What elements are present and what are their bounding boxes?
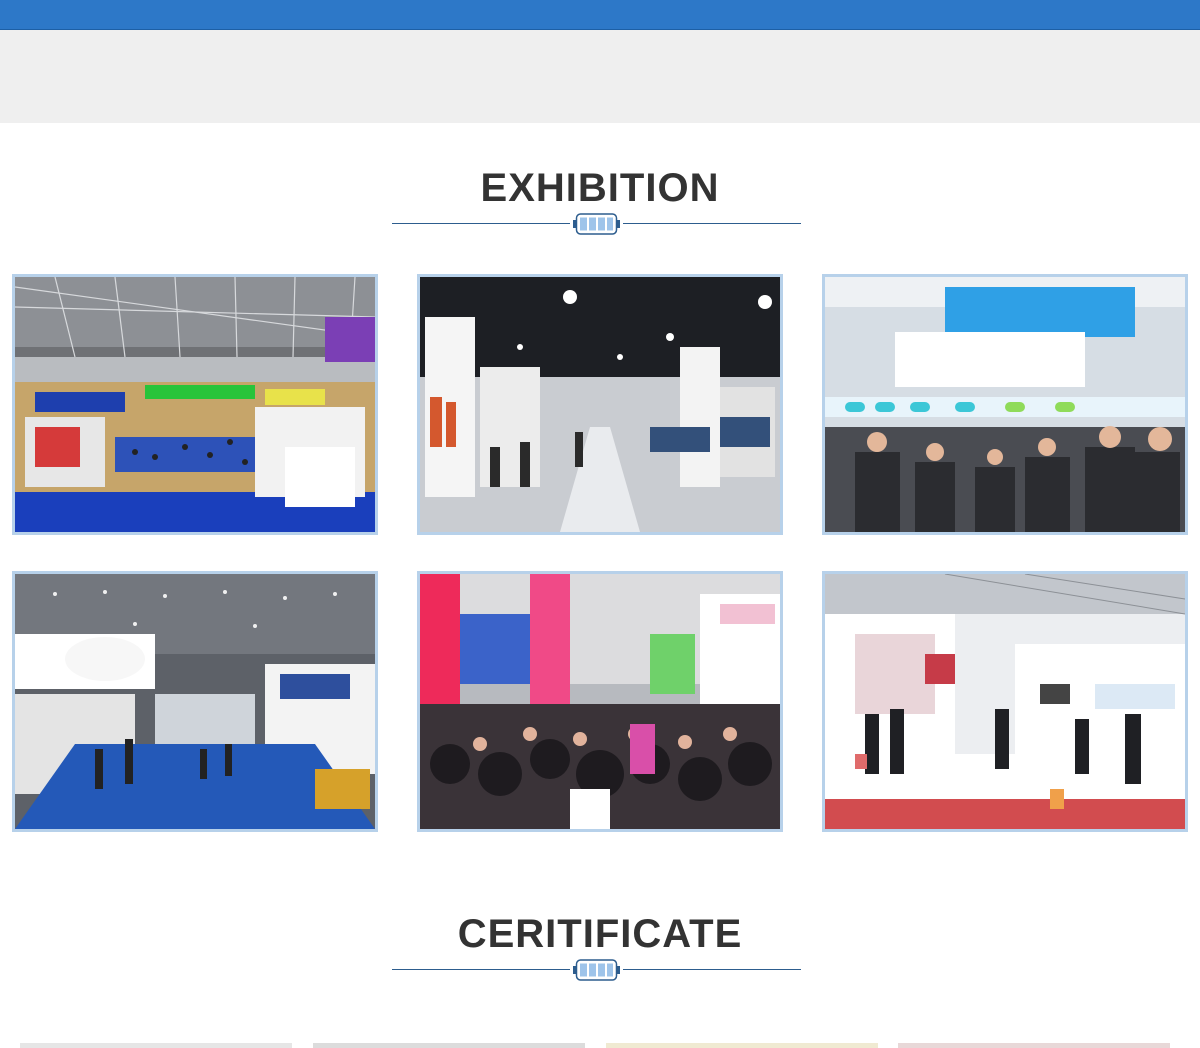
divider-line-left (392, 223, 570, 224)
certificate-image-4[interactable] (898, 1043, 1170, 1048)
exhibition-photo-5[interactable] (417, 571, 783, 832)
exhibition-photo-1[interactable] (12, 274, 378, 535)
top-nav-bar (0, 0, 1200, 30)
certificate-image-1[interactable] (20, 1043, 292, 1048)
certificate-image-2[interactable] (313, 1043, 585, 1048)
header-band (0, 30, 1200, 123)
divider-line-left (392, 969, 570, 970)
exhibition-photo-2[interactable] (417, 274, 783, 535)
certificate-title: CERITIFICATE (457, 912, 743, 956)
exhibition-photo-4[interactable] (12, 571, 378, 832)
divider-line-right (623, 969, 801, 970)
certificate-divider (392, 959, 801, 981)
certificate-image-3[interactable] (606, 1043, 878, 1048)
battery-bars-icon (573, 959, 620, 981)
exhibition-title: EXHIBITION (480, 166, 720, 210)
exhibition-divider (392, 213, 801, 235)
divider-line-right (623, 223, 801, 224)
exhibition-photo-3[interactable] (822, 274, 1188, 535)
battery-bars-icon (573, 213, 620, 235)
exhibition-photo-6[interactable] (822, 571, 1188, 832)
